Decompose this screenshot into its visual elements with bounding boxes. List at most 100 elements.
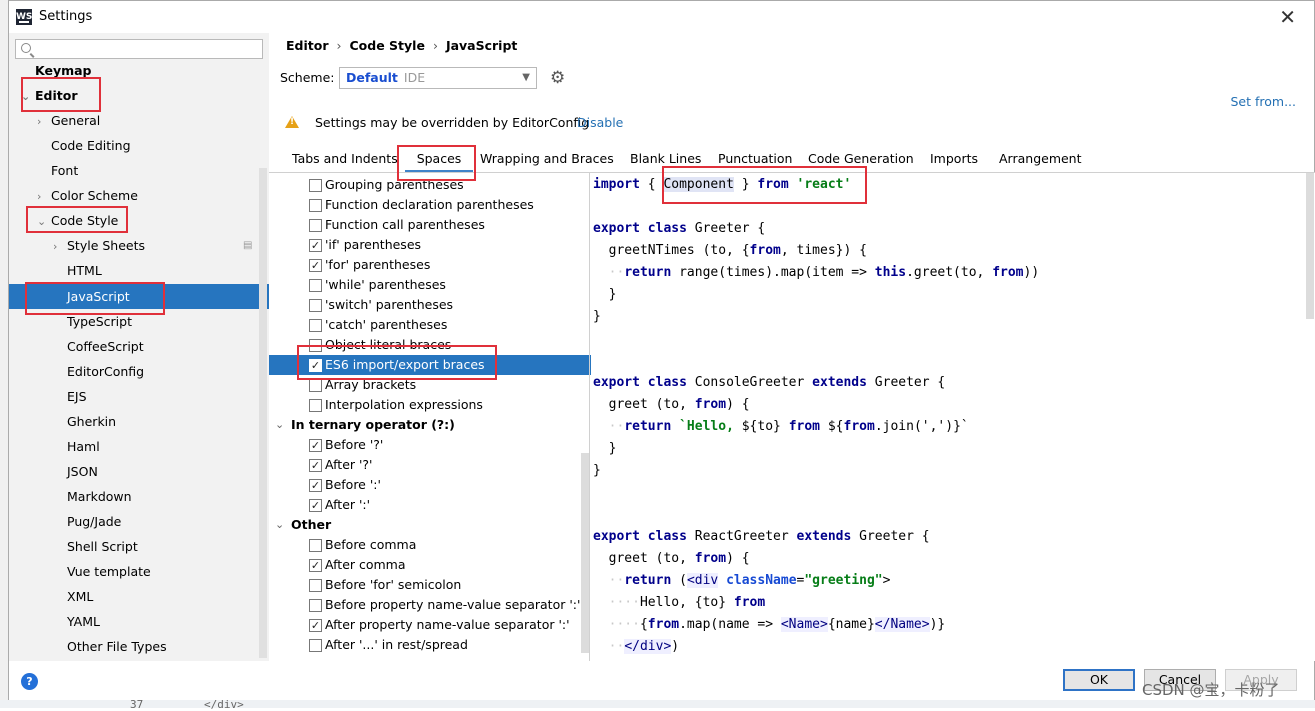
sidebar-item-code-editing[interactable]: Code Editing xyxy=(51,133,131,158)
chevron-down-icon[interactable]: ⌄ xyxy=(275,515,284,535)
tab-arrangement[interactable]: Arrangement xyxy=(999,147,1082,173)
sidebar-item-gherkin[interactable]: Gherkin xyxy=(67,409,116,434)
checkbox-checked[interactable]: ✓ xyxy=(309,619,322,632)
checkbox[interactable] xyxy=(309,579,322,592)
sidebar-item-other-file-types[interactable]: Other File Types xyxy=(67,634,167,659)
code-line: greet (to, from) { xyxy=(608,397,750,412)
code-preview-scrollbar[interactable] xyxy=(1306,173,1314,319)
code-line: ··return (<div className="greeting"> xyxy=(593,573,891,588)
sidebar-item-markdown[interactable]: Markdown xyxy=(67,484,132,509)
option-label: Before 'for' semicolon xyxy=(325,577,462,592)
option-row[interactable]: 'switch' parentheses xyxy=(269,295,591,315)
code-line: export class ReactGreeter extends Greete… xyxy=(593,529,930,544)
option-label: After ':' xyxy=(325,497,371,512)
option-row[interactable]: Before comma xyxy=(269,535,591,555)
checkbox[interactable] xyxy=(309,539,322,552)
option-row[interactable]: After '...' in rest/spread xyxy=(269,635,591,655)
chevron-right-icon[interactable]: › xyxy=(53,234,67,259)
tab-imports[interactable]: Imports xyxy=(930,147,978,173)
breadcrumb-item[interactable]: Editor xyxy=(286,38,329,53)
sidebar-item-html[interactable]: HTML xyxy=(67,258,102,283)
option-row[interactable]: ✓'for' parentheses xyxy=(269,255,591,275)
option-label: After comma xyxy=(325,557,406,572)
help-icon[interactable]: ? xyxy=(21,673,38,690)
scheme-select[interactable]: Default IDE ▼ xyxy=(339,67,537,89)
warning-icon: ! xyxy=(285,116,299,128)
sidebar-item-label: Haml xyxy=(67,439,100,454)
option-row[interactable]: ✓ Before '?' xyxy=(269,435,591,455)
sidebar-item-xml[interactable]: XML xyxy=(67,584,93,609)
option-row[interactable]: ✓ After comma xyxy=(269,555,591,575)
checkbox[interactable] xyxy=(309,179,322,192)
option-row[interactable]: Function declaration parentheses xyxy=(269,195,591,215)
checkbox[interactable] xyxy=(309,399,322,412)
checkbox[interactable] xyxy=(309,319,322,332)
group-label: Other xyxy=(291,517,332,532)
watermark: CSDN @宝，卡粉了 xyxy=(1142,681,1280,699)
code-line: } xyxy=(608,441,617,456)
checkbox[interactable] xyxy=(309,639,322,652)
scheme-suffix: IDE xyxy=(403,70,426,85)
sidebar-item-yaml[interactable]: YAML xyxy=(67,609,100,634)
checkbox-checked[interactable]: ✓ xyxy=(309,499,322,512)
sidebar-item-color-scheme[interactable]: › Color Scheme xyxy=(37,183,138,208)
sidebar-item-pug-jade[interactable]: Pug/Jade xyxy=(67,509,121,534)
option-row[interactable]: ✓ Before ':' xyxy=(269,475,591,495)
checkbox[interactable] xyxy=(309,299,322,312)
option-row[interactable]: Interpolation expressions xyxy=(269,395,591,415)
option-row[interactable]: ✓ After ':' xyxy=(269,495,591,515)
option-row[interactable]: ✓ After '?' xyxy=(269,455,591,475)
checkbox-checked[interactable]: ✓ xyxy=(309,439,322,452)
sidebar-item-shell-script[interactable]: Shell Script xyxy=(67,534,138,559)
checkbox[interactable] xyxy=(309,279,322,292)
sidebar-item-label: Pug/Jade xyxy=(67,514,122,529)
option-row[interactable]: ✓ After property name-value separator ':' xyxy=(269,615,591,635)
panel-divider[interactable] xyxy=(589,173,590,661)
checkbox-checked[interactable]: ✓ xyxy=(309,239,322,252)
option-label: Before '?' xyxy=(325,437,384,452)
tab-tabs-and-indents[interactable]: Tabs and Indents xyxy=(292,147,398,173)
sidebar-item-json[interactable]: JSON xyxy=(67,459,98,484)
disable-editorconfig-link[interactable]: Disable xyxy=(577,115,623,130)
checkbox[interactable] xyxy=(309,599,322,612)
option-row[interactable]: Function call parentheses xyxy=(269,215,591,235)
checkbox-checked[interactable]: ✓ xyxy=(309,479,322,492)
tab-wrapping-and-braces[interactable]: Wrapping and Braces xyxy=(480,147,614,173)
option-row[interactable]: ✓'if' parentheses xyxy=(269,235,591,255)
checkbox[interactable] xyxy=(309,199,322,212)
code-line: ··return `Hello, ${to} from ${from.join(… xyxy=(593,419,969,434)
sidebar-item-font[interactable]: Font xyxy=(51,158,78,183)
sidebar-item-haml[interactable]: Haml xyxy=(67,434,100,459)
option-label: 'switch' parentheses xyxy=(325,297,454,312)
warning-text: Settings may be overridden by EditorConf… xyxy=(315,115,590,130)
chevron-down-icon[interactable]: ⌄ xyxy=(275,415,284,435)
breadcrumb-item[interactable]: Code Style xyxy=(350,38,425,53)
checkbox-checked[interactable]: ✓ xyxy=(309,259,322,272)
sidebar-item-editorconfig[interactable]: EditorConfig xyxy=(67,359,144,384)
close-icon[interactable]: ✕ xyxy=(1279,5,1296,29)
option-row[interactable]: Before property name-value separator ':' xyxy=(269,595,591,615)
checkbox[interactable] xyxy=(309,219,322,232)
sidebar-scrollbar[interactable] xyxy=(259,168,267,658)
checkbox[interactable] xyxy=(309,379,322,392)
option-label: After '...' in rest/spread xyxy=(325,637,468,652)
option-row[interactable]: Before 'for' semicolon xyxy=(269,575,591,595)
option-row[interactable]: 'catch' parentheses xyxy=(269,315,591,335)
sidebar-item-label: Vue template xyxy=(67,564,151,579)
sidebar-item-vue-template[interactable]: Vue template xyxy=(67,559,151,584)
checkbox-checked[interactable]: ✓ xyxy=(309,459,322,472)
chevron-right-icon[interactable]: › xyxy=(37,109,51,134)
set-from-link[interactable]: Set from... xyxy=(1230,94,1296,109)
options-scrollbar[interactable] xyxy=(581,453,589,653)
sidebar-item-ejs[interactable]: EJS xyxy=(67,384,87,409)
ok-button[interactable]: OK xyxy=(1063,669,1135,691)
checkbox-checked[interactable]: ✓ xyxy=(309,559,322,572)
breadcrumb-item: JavaScript xyxy=(445,38,518,53)
settings-search-input[interactable] xyxy=(15,39,263,59)
search-icon xyxy=(21,43,31,53)
sidebar-item-coffeescript[interactable]: CoffeeScript xyxy=(67,334,144,359)
option-label: 'for' parentheses xyxy=(325,257,431,272)
option-row[interactable]: 'while' parentheses xyxy=(269,275,591,295)
sidebar-item-style-sheets[interactable]: › Style Sheets ▤ xyxy=(53,233,252,259)
gear-icon[interactable]: ⚙ xyxy=(550,68,565,88)
